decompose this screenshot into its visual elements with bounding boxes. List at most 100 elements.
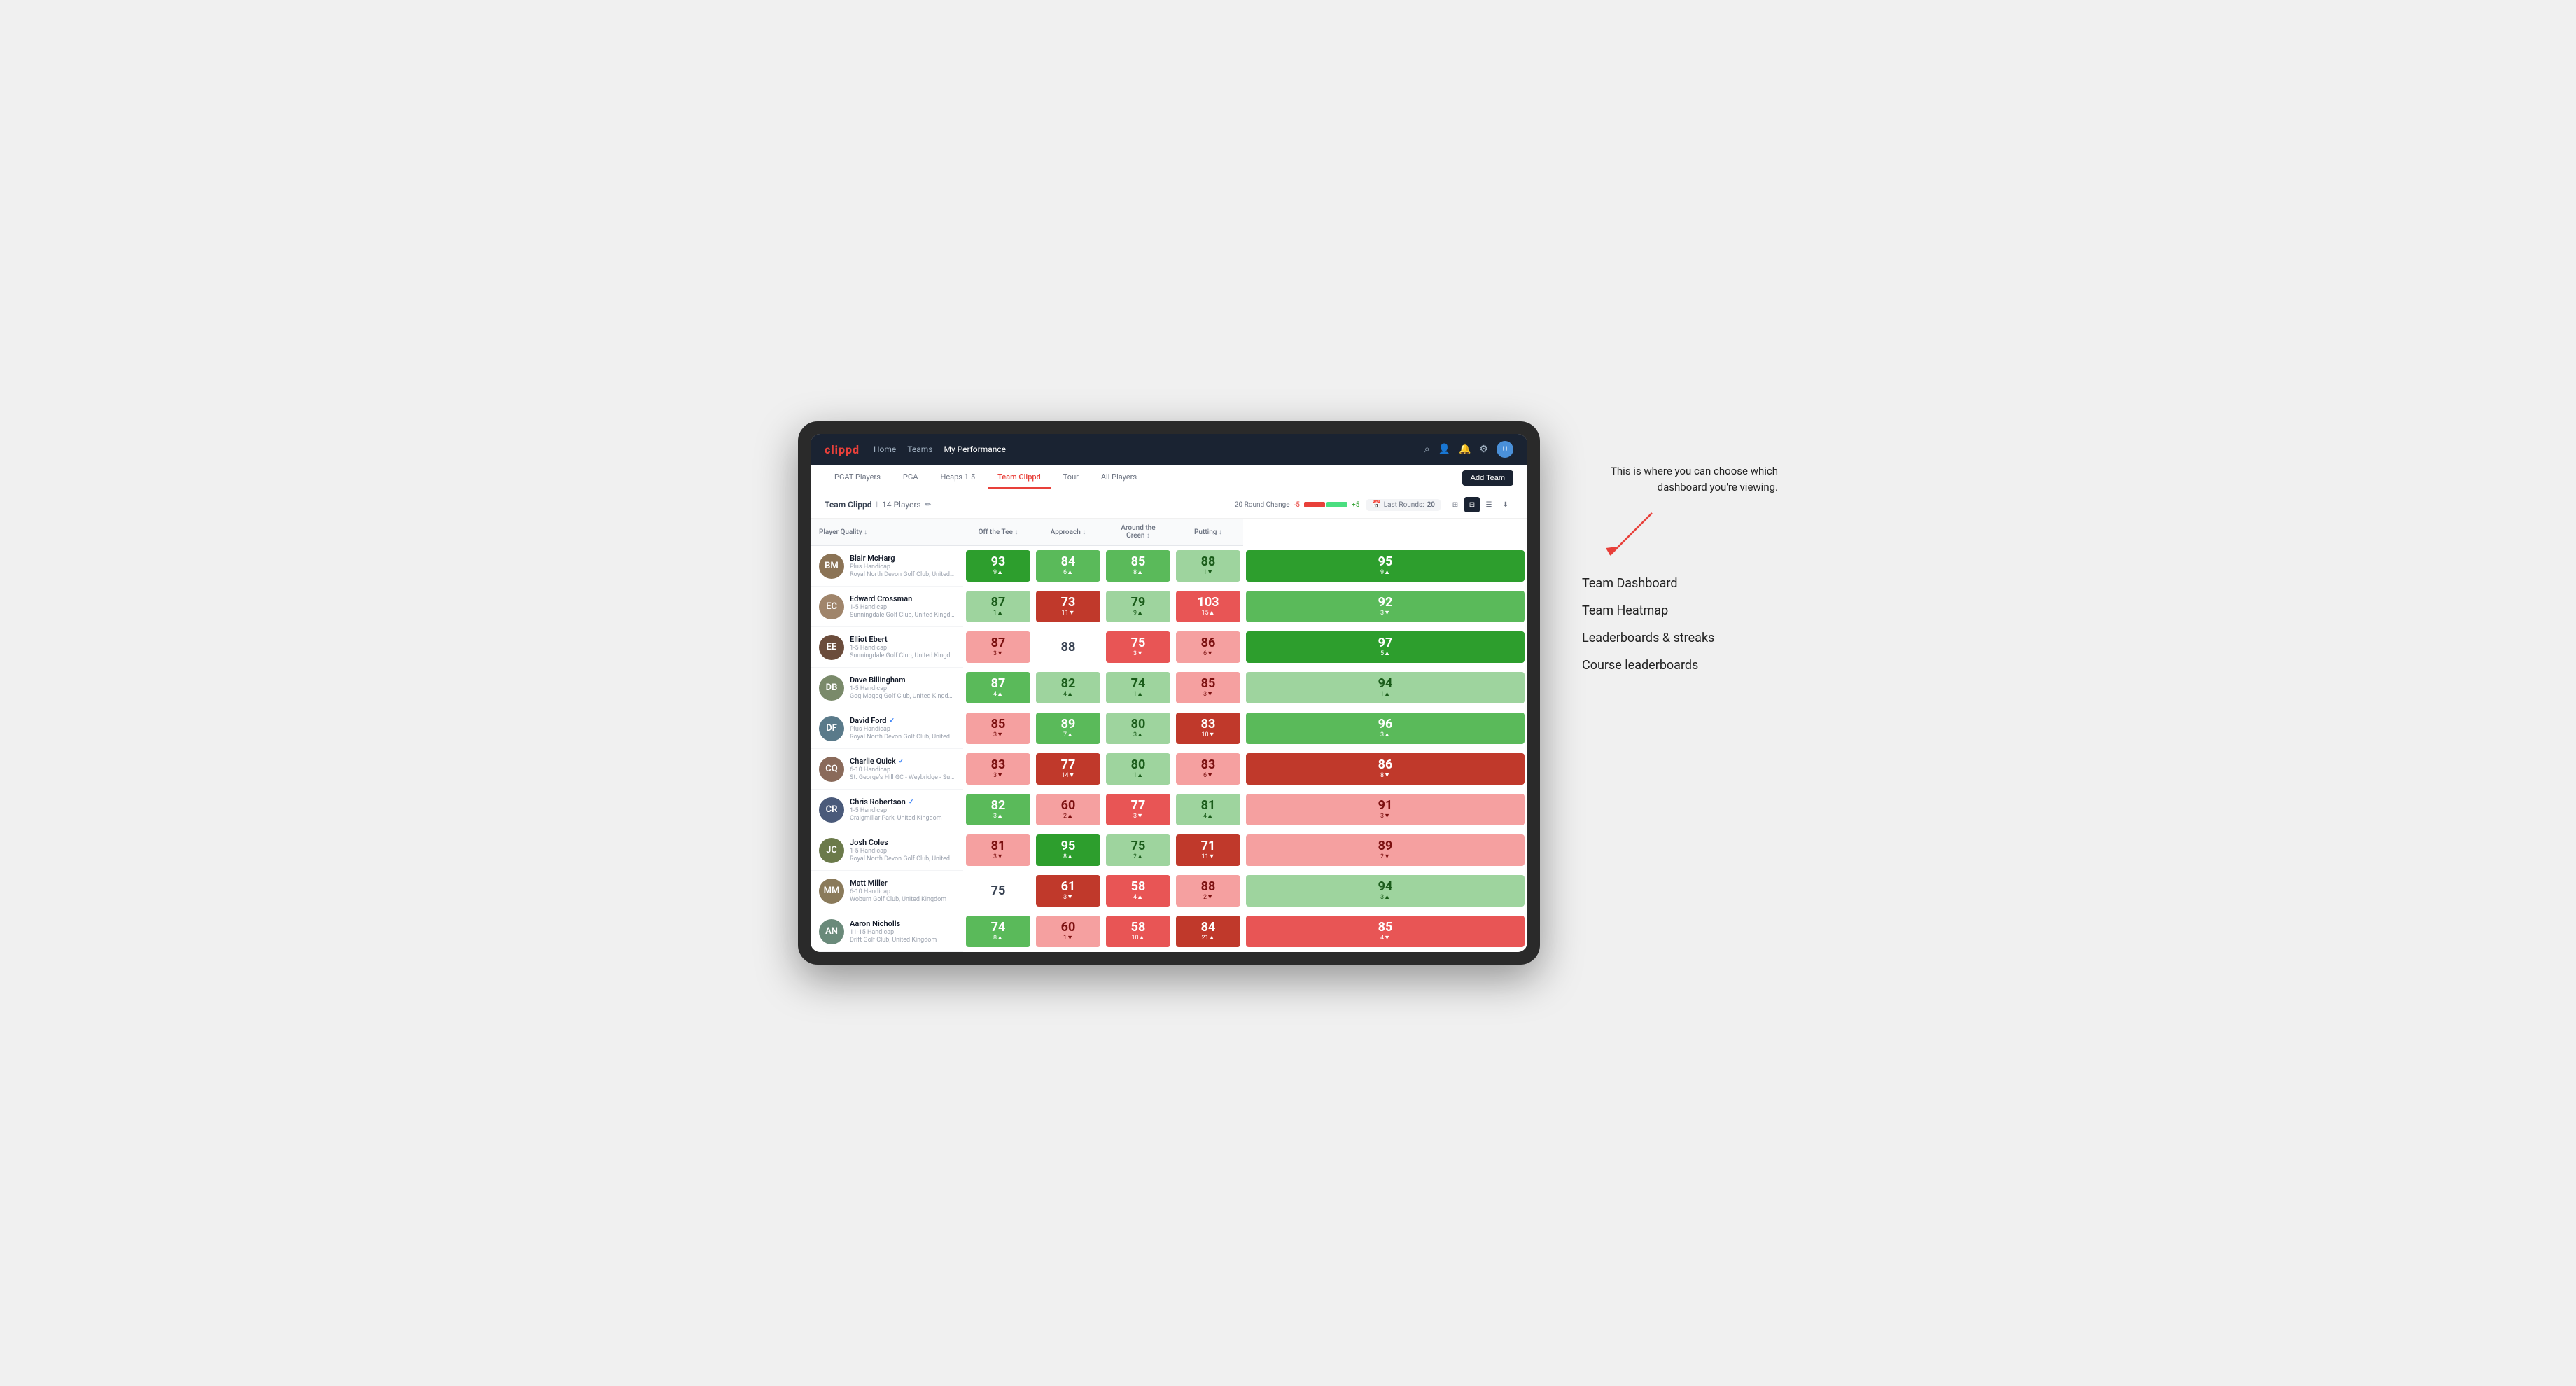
- score-change: 2▲: [1133, 854, 1143, 860]
- table-row[interactable]: BM Blair McHarg Plus Handicap Royal Nort…: [811, 546, 1527, 587]
- score-value: 86: [1201, 637, 1216, 650]
- edit-icon[interactable]: ✏: [925, 501, 931, 509]
- col-putting: Putting ↕: [1173, 519, 1243, 546]
- score-box: 60 1▼: [1036, 916, 1100, 947]
- player-name[interactable]: Dave Billingham: [850, 676, 955, 685]
- score-change: 10▲: [1131, 935, 1144, 941]
- player-club: Woburn Golf Club, United Kingdom: [850, 896, 946, 903]
- score-value: 85: [1131, 556, 1146, 568]
- score-off_tee: 77 14▼: [1033, 749, 1103, 790]
- score-approach: 75 3▼: [1103, 627, 1173, 668]
- nav-teams[interactable]: Teams: [907, 442, 932, 457]
- score-value: 75: [1131, 840, 1146, 853]
- verified-badge: ✓: [890, 718, 895, 724]
- table-row[interactable]: CQ Charlie Quick✓ 6-10 Handicap St. Geor…: [811, 749, 1527, 790]
- score-box: 85 3▼: [966, 713, 1030, 744]
- score-box: 82 4▲: [1036, 672, 1100, 704]
- player-name[interactable]: Edward Crossman: [850, 594, 955, 603]
- score-player_quality: 74 8▲: [963, 911, 1033, 952]
- player-name[interactable]: Aaron Nicholls: [850, 919, 937, 928]
- person-icon[interactable]: 👤: [1438, 444, 1450, 455]
- page-wrapper: clippd Home Teams My Performance ⌕ 👤 🔔 ⚙…: [798, 421, 1778, 965]
- player-avatar: DB: [819, 676, 844, 701]
- round-change-bar: [1304, 502, 1348, 507]
- score-value: 60: [1061, 799, 1076, 812]
- table-row[interactable]: EE Elliot Ebert 1-5 Handicap Sunningdale…: [811, 627, 1527, 668]
- player-details: Josh Coles 1-5 Handicap Royal North Devo…: [850, 838, 955, 862]
- player-handicap: 1-5 Handicap: [850, 645, 955, 652]
- tab-pga[interactable]: PGA: [893, 467, 928, 489]
- player-cell: AN Aaron Nicholls 11-15 Handicap Drift G…: [811, 911, 963, 952]
- col-off-tee: Off the Tee ↕: [963, 519, 1033, 546]
- tablet-device: clippd Home Teams My Performance ⌕ 👤 🔔 ⚙…: [798, 421, 1540, 965]
- player-club: Royal North Devon Golf Club, United King…: [850, 734, 955, 741]
- score-box: 97 5▲: [1246, 631, 1525, 663]
- score-change: 5▲: [1380, 651, 1390, 657]
- search-icon[interactable]: ⌕: [1424, 444, 1430, 455]
- table-row[interactable]: CR Chris Robertson✓ 1-5 Handicap Craigmi…: [811, 790, 1527, 830]
- score-box: 75 3▼: [1106, 631, 1170, 663]
- player-name[interactable]: David Ford✓: [850, 716, 955, 725]
- tab-all-players[interactable]: All Players: [1091, 467, 1147, 489]
- player-handicap: 11-15 Handicap: [850, 929, 937, 936]
- table-row[interactable]: MM Matt Miller 6-10 Handicap Woburn Golf…: [811, 871, 1527, 911]
- player-name[interactable]: Josh Coles: [850, 838, 955, 847]
- score-box: 61 3▼: [1036, 875, 1100, 906]
- tab-tour[interactable]: Tour: [1054, 467, 1088, 489]
- player-club: Sunningdale Golf Club, United Kingdom: [850, 652, 955, 659]
- player-handicap: 6-10 Handicap: [850, 888, 946, 895]
- player-details: David Ford✓ Plus Handicap Royal North De…: [850, 716, 955, 741]
- player-info: DF David Ford✓ Plus Handicap Royal North…: [819, 716, 955, 741]
- score-box: 93 9▲: [966, 550, 1030, 582]
- player-name[interactable]: Chris Robertson✓: [850, 797, 942, 806]
- score-change: 3▼: [1380, 610, 1390, 617]
- nav-my-performance[interactable]: My Performance: [944, 442, 1006, 457]
- table-row[interactable]: DF David Ford✓ Plus Handicap Royal North…: [811, 708, 1527, 749]
- score-player_quality: 93 9▲: [963, 546, 1033, 587]
- tab-hcaps[interactable]: Hcaps 1-5: [931, 467, 986, 489]
- score-off_tee: 73 11▼: [1033, 587, 1103, 627]
- score-change: 11▼: [1201, 854, 1214, 860]
- score-box: 82 3▲: [966, 794, 1030, 825]
- player-details: Charlie Quick✓ 6-10 Handicap St. George'…: [850, 757, 955, 781]
- grid-view-icon[interactable]: ⊞: [1448, 497, 1463, 512]
- filter-icon[interactable]: ⬇: [1498, 497, 1513, 512]
- player-name[interactable]: Blair McHarg: [850, 554, 955, 563]
- player-name[interactable]: Charlie Quick✓: [850, 757, 955, 766]
- nav-home[interactable]: Home: [874, 442, 896, 457]
- settings-icon[interactable]: ⚙: [1479, 444, 1488, 455]
- logo[interactable]: clippd: [825, 443, 860, 456]
- table-view-icon[interactable]: ⊟: [1464, 497, 1480, 512]
- tab-team-clippd[interactable]: Team Clippd: [988, 467, 1051, 489]
- avatar[interactable]: U: [1497, 441, 1513, 458]
- score-change: 3▼: [993, 854, 1003, 860]
- score-change: 3▼: [1380, 813, 1390, 820]
- tab-pgat-players[interactable]: PGAT Players: [825, 467, 890, 489]
- score-box: 84 6▲: [1036, 550, 1100, 582]
- verified-badge: ✓: [909, 799, 914, 806]
- table-row[interactable]: EC Edward Crossman 1-5 Handicap Sunningd…: [811, 587, 1527, 627]
- table-row[interactable]: AN Aaron Nicholls 11-15 Handicap Drift G…: [811, 911, 1527, 952]
- score-value: 58: [1131, 881, 1146, 893]
- table-row[interactable]: JC Josh Coles 1-5 Handicap Royal North D…: [811, 830, 1527, 871]
- player-name[interactable]: Elliot Ebert: [850, 635, 955, 644]
- score-value: 84: [1201, 921, 1216, 934]
- player-info: DB Dave Billingham 1-5 Handicap Gog Mago…: [819, 676, 955, 701]
- add-team-button[interactable]: Add Team: [1462, 470, 1513, 486]
- score-change: 1▼: [1203, 570, 1213, 576]
- score-value: 93: [991, 556, 1006, 568]
- team-header: Team Clippd | 14 Players ✏ 20 Round Chan…: [811, 491, 1527, 519]
- player-cell: DF David Ford✓ Plus Handicap Royal North…: [811, 708, 963, 749]
- player-info: EC Edward Crossman 1-5 Handicap Sunningd…: [819, 594, 955, 620]
- score-value: 83: [991, 759, 1006, 771]
- list-view-icon[interactable]: ☰: [1481, 497, 1497, 512]
- score-value: 84: [1061, 556, 1076, 568]
- player-name[interactable]: Matt Miller: [850, 878, 946, 888]
- player-cell: EE Elliot Ebert 1-5 Handicap Sunningdale…: [811, 627, 963, 668]
- score-box: 83 3▼: [966, 753, 1030, 785]
- score-change: 4▲: [1133, 895, 1143, 901]
- table-row[interactable]: DB Dave Billingham 1-5 Handicap Gog Mago…: [811, 668, 1527, 708]
- score-box: 85 3▼: [1176, 672, 1240, 704]
- bell-icon[interactable]: 🔔: [1459, 444, 1471, 455]
- score-box: 87 1▲: [966, 591, 1030, 622]
